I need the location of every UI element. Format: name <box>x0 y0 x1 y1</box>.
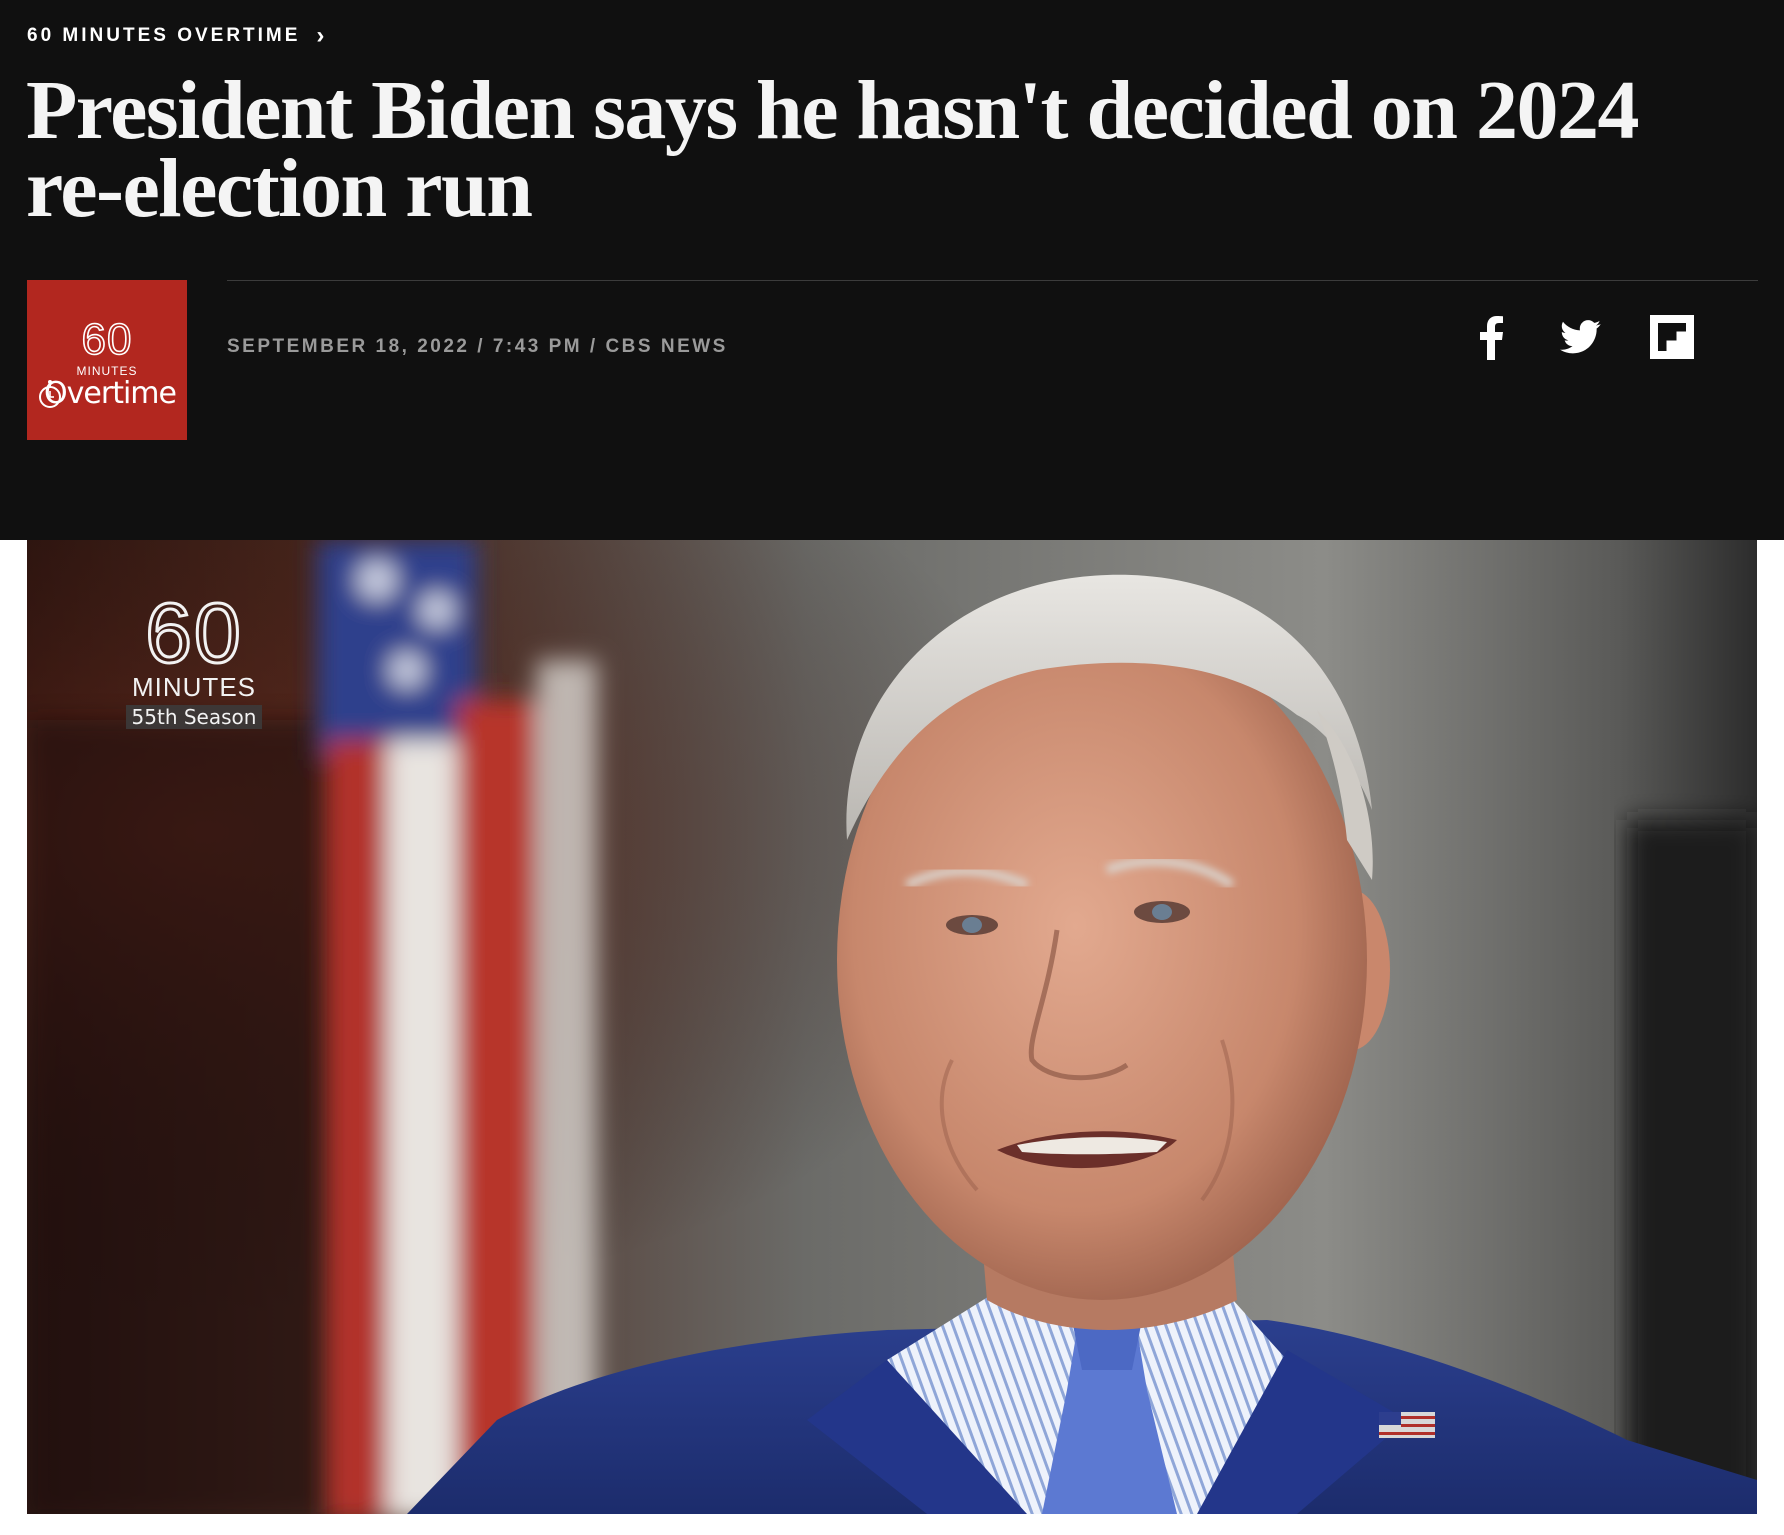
chevron-right-icon: › <box>316 22 325 49</box>
article-byline: SEPTEMBER 18, 2022 / 7:43 PM / CBS NEWS <box>227 336 728 357</box>
page-title: President Biden says he hasn't decided o… <box>26 64 1640 235</box>
show-logo-word: Overtime <box>44 376 177 411</box>
hero-video-still[interactable]: 60 MINUTES 55th Season <box>27 540 1757 1514</box>
show-logo-number: 60 <box>81 315 133 364</box>
show-logo[interactable]: 60 MINUTES Overtime <box>27 280 187 440</box>
hero-image <box>27 540 1757 1514</box>
watermark-minutes: MINUTES <box>132 672 256 702</box>
byline-divider <box>227 280 1758 281</box>
share-twitter-button[interactable] <box>1560 320 1602 354</box>
twitter-icon <box>1560 320 1601 354</box>
article-header: 60 MINUTES OVERTIME › President Biden sa… <box>0 0 1784 540</box>
section-kicker-label: 60 MINUTES OVERTIME <box>27 25 301 46</box>
watermark-season: 55th Season <box>125 705 263 729</box>
share-flipboard-button[interactable] <box>1650 315 1694 359</box>
share-facebook-button[interactable] <box>1478 316 1504 360</box>
section-kicker-link[interactable]: 60 MINUTES OVERTIME › <box>27 24 324 48</box>
video-watermark: 60 MINUTES 55th Season <box>109 586 279 729</box>
facebook-icon <box>1480 316 1503 360</box>
watermark-number: 60 <box>144 586 243 680</box>
flipboard-icon <box>1650 315 1694 359</box>
